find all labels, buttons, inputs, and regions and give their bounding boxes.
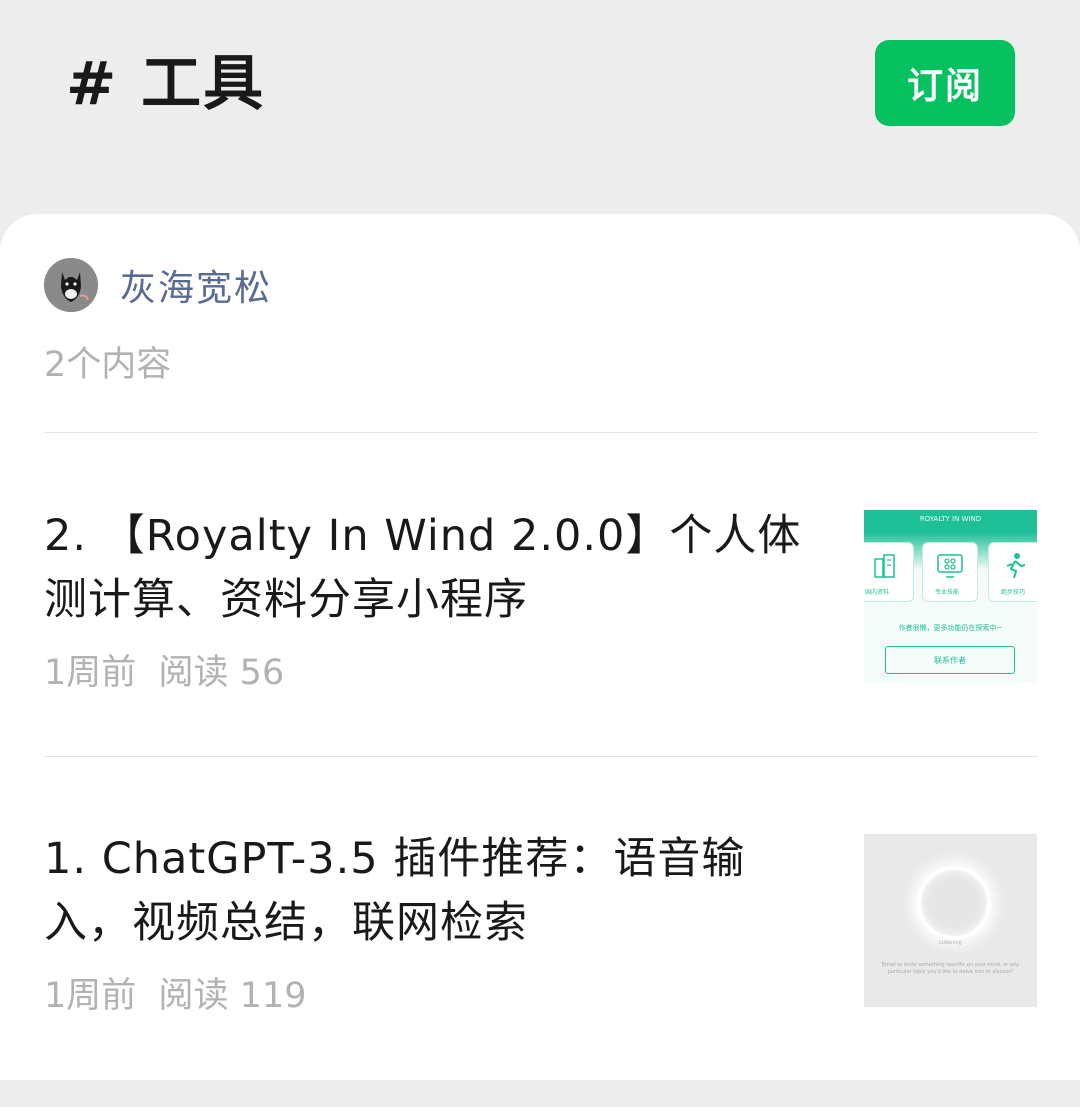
thumb-tile: 专业技能 [922, 542, 978, 602]
author-row[interactable]: 灰海宽松 [44, 258, 272, 312]
voice-ring-icon [917, 866, 991, 940]
article-time: 1周前 [44, 653, 137, 693]
article-item[interactable]: 2. 【Royalty In Wind 2.0.0】个人体测计算、资料分享小程序… [44, 504, 1038, 694]
thumb-tile: 跑步技巧 [988, 542, 1037, 602]
article-title[interactable]: 1. ChatGPT-3.5 插件推荐：语音输入，视频总结，联网检索 [44, 827, 814, 955]
bottom-strip [0, 1080, 1080, 1107]
thumb-prompt: Email to Andy something specific on your… [881, 962, 1020, 975]
author-name[interactable]: 灰海宽松 [120, 259, 272, 311]
thumb-tile-label: 专业技能 [935, 589, 960, 596]
thumb-tile-label: 跑步技巧 [1001, 589, 1026, 596]
header: # 工具 订阅 [0, 0, 1080, 214]
building-icon [874, 554, 895, 578]
cat-avatar-icon [44, 258, 98, 312]
thumb-tile-label: 国内资料 [865, 589, 890, 596]
thumb-titlebar: ROYALTY IN WIND [864, 510, 1037, 532]
article-thumbnail[interactable]: ROYALTY IN WIND 国内资料 专业技能 跑步技巧 作者很懒，更多功能… [864, 510, 1037, 683]
article-reads: 阅读 56 [158, 653, 285, 693]
thumb-tile: 国内资料 [864, 542, 914, 602]
avatar[interactable] [44, 258, 98, 312]
page-title: # 工具 [66, 49, 266, 119]
thumb-app-name: ROYALTY IN WIND [919, 515, 982, 523]
article-reads: 阅读 119 [158, 976, 307, 1016]
divider [44, 756, 1038, 757]
subscribe-button[interactable]: 订阅 [875, 40, 1015, 126]
content-card: 灰海宽松 2个内容 2. 【Royalty In Wind 2.0.0】个人体测… [0, 214, 1080, 1080]
monitor-icon [937, 554, 963, 578]
article-title[interactable]: 2. 【Royalty In Wind 2.0.0】个人体测计算、资料分享小程序 [44, 504, 814, 632]
thumb-status: Listening [939, 940, 962, 946]
article-thumbnail[interactable]: Listening Email to Andy something specif… [864, 834, 1037, 1007]
content-count: 2个内容 [44, 345, 172, 385]
thumb-notice: 作者很懒，更多功能仍在探索中~ [898, 624, 1003, 632]
article-item[interactable]: 1. ChatGPT-3.5 插件推荐：语音输入，视频总结，联网检索 1周前 阅… [44, 827, 1038, 1017]
divider [44, 432, 1038, 433]
article-meta: 1周前 阅读 119 [44, 967, 306, 1018]
article-meta: 1周前 阅读 56 [44, 644, 284, 695]
running-icon [1006, 553, 1026, 579]
thumb-contact-button: 联系作者 [885, 646, 1015, 674]
article-time: 1周前 [44, 976, 137, 1016]
